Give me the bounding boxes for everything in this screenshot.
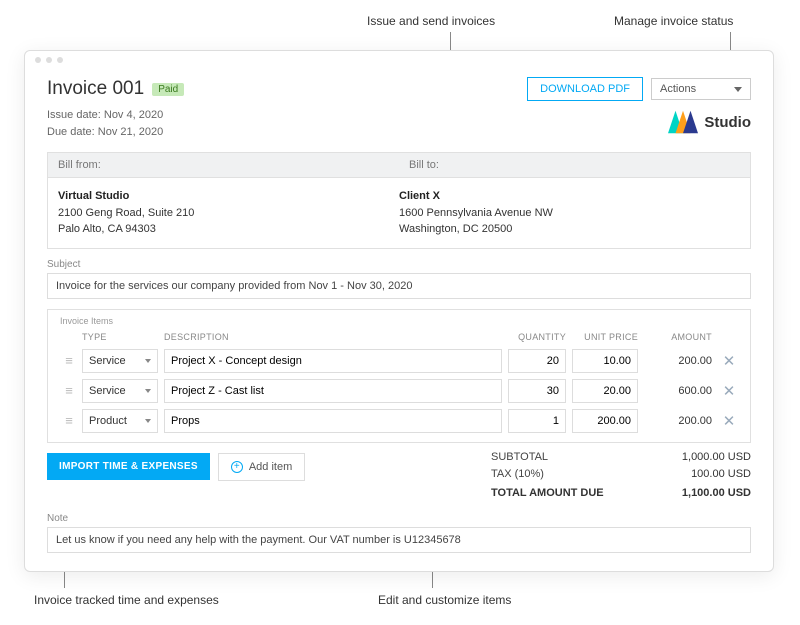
item-type-select[interactable]: Service [82, 379, 158, 403]
item-row: ≡ Service 600.00 ✕ [56, 376, 742, 406]
download-pdf-button[interactable]: DOWNLOAD PDF [527, 77, 643, 101]
item-type-select[interactable]: Product [82, 409, 158, 433]
brand-logo-text: Studio [704, 114, 751, 131]
item-amount: 600.00 [644, 385, 716, 397]
invoice-items-box: Invoice Items TYPE DESCRIPTION QUANTITY … [47, 309, 751, 443]
bill-to-line2: Washington, DC 20500 [399, 221, 740, 238]
tax-label: TAX (10%) [491, 468, 544, 480]
add-item-button[interactable]: + Add item [218, 453, 305, 481]
add-item-label: Add item [249, 461, 292, 473]
chevron-down-icon [145, 419, 151, 423]
annotation-manage-status: Manage invoice status [614, 14, 733, 28]
item-desc-input[interactable] [164, 379, 502, 403]
bill-to-header: Bill to: [399, 153, 750, 177]
window-dot [57, 57, 63, 63]
item-amount: 200.00 [644, 355, 716, 367]
total-value: 1,100.00 USD [682, 487, 751, 499]
drag-handle-icon[interactable]: ≡ [56, 354, 82, 367]
window-dot [46, 57, 52, 63]
delete-item-icon[interactable]: ✕ [716, 412, 742, 430]
item-desc-input[interactable] [164, 349, 502, 373]
col-header-type: TYPE [82, 332, 164, 342]
item-type-value: Service [89, 385, 126, 397]
col-header-qty: QUANTITY [508, 332, 572, 342]
import-time-expenses-button[interactable]: IMPORT TIME & EXPENSES [47, 453, 210, 480]
drag-handle-icon[interactable]: ≡ [56, 384, 82, 397]
item-price-input[interactable] [572, 379, 638, 403]
item-type-select[interactable]: Service [82, 349, 158, 373]
bill-to-block: Client X 1600 Pennsylvania Avenue NW Was… [399, 188, 740, 238]
subject-label: Subject [47, 259, 751, 270]
bill-from-header: Bill from: [48, 153, 399, 177]
annotation-issue-send: Issue and send invoices [367, 14, 495, 28]
drag-handle-icon[interactable]: ≡ [56, 414, 82, 427]
item-type-value: Service [89, 355, 126, 367]
subtotal-label: SUBTOTAL [491, 451, 548, 463]
delete-item-icon[interactable]: ✕ [716, 382, 742, 400]
item-row: ≡ Service 200.00 ✕ [56, 346, 742, 376]
actions-label: Actions [660, 83, 696, 95]
status-badge: Paid [152, 83, 184, 96]
invoice-items-title: Invoice Items [56, 310, 742, 328]
brand-logo-icon [668, 110, 698, 134]
item-price-input[interactable] [572, 409, 638, 433]
chevron-down-icon [734, 87, 742, 92]
col-header-desc: DESCRIPTION [164, 332, 508, 342]
bill-to-name: Client X [399, 188, 740, 205]
bill-from-block: Virtual Studio 2100 Geng Road, Suite 210… [58, 188, 399, 238]
chevron-down-icon [145, 389, 151, 393]
actions-dropdown[interactable]: Actions [651, 78, 751, 100]
bill-from-line1: 2100 Geng Road, Suite 210 [58, 205, 399, 222]
note-label: Note [47, 513, 751, 524]
item-qty-input[interactable] [508, 349, 566, 373]
tax-value: 100.00 USD [691, 468, 751, 480]
annotation-tracked: Invoice tracked time and expenses [34, 593, 219, 607]
chevron-down-icon [145, 359, 151, 363]
item-qty-input[interactable] [508, 379, 566, 403]
item-desc-input[interactable] [164, 409, 502, 433]
subject-input[interactable] [47, 273, 751, 299]
delete-item-icon[interactable]: ✕ [716, 352, 742, 370]
col-header-price: UNIT PRICE [572, 332, 644, 342]
item-qty-input[interactable] [508, 409, 566, 433]
bill-to-line1: 1600 Pennsylvania Avenue NW [399, 205, 740, 222]
bill-from-name: Virtual Studio [58, 188, 399, 205]
item-type-value: Product [89, 415, 127, 427]
window-titlebar [25, 51, 773, 69]
window-dot [35, 57, 41, 63]
app-window: Invoice 001 Paid DOWNLOAD PDF Actions Is… [24, 50, 774, 572]
col-header-amount: AMOUNT [644, 332, 716, 342]
plus-circle-icon: + [231, 461, 243, 473]
subtotal-value: 1,000.00 USD [682, 451, 751, 463]
note-input[interactable] [47, 527, 751, 553]
invoice-title: Invoice 001 [47, 78, 144, 100]
item-amount: 200.00 [644, 415, 716, 427]
total-label: TOTAL AMOUNT DUE [491, 487, 604, 499]
item-row: ≡ Product 200.00 ✕ [56, 406, 742, 436]
annotation-edit-items: Edit and customize items [378, 593, 511, 607]
bill-from-line2: Palo Alto, CA 94303 [58, 221, 399, 238]
item-price-input[interactable] [572, 349, 638, 373]
